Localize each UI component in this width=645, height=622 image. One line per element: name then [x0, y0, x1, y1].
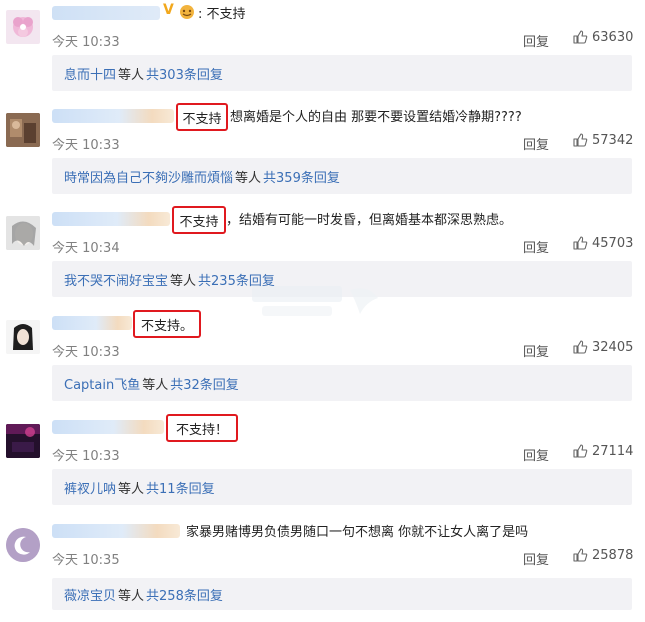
reply-summary[interactable]: Captain飞鱼 等人 共32条回复: [52, 365, 632, 401]
emoji-icon: [178, 3, 196, 23]
avatar[interactable]: [6, 320, 40, 354]
thumbs-up-icon: [573, 444, 588, 458]
replier-name[interactable]: 薇凉宝贝: [64, 585, 116, 604]
reply-summary[interactable]: 裤衩儿呐 等人 共11条回复: [52, 469, 632, 505]
highlight-box: 不支持: [172, 206, 226, 234]
comment-time: 今天 10:33: [52, 35, 120, 50]
reply-button[interactable]: 回复: [523, 31, 549, 50]
replies-total-link[interactable]: 共303条回复: [146, 64, 223, 83]
like-count: 25878: [592, 547, 634, 563]
reply-summary[interactable]: 時常因為自己不夠沙雕而煩惱 等人 共359条回复: [52, 158, 632, 194]
like-button[interactable]: 45703: [572, 235, 633, 251]
like-count: 57342: [592, 132, 634, 148]
highlight-box: 不支持！: [166, 414, 238, 442]
avatar[interactable]: [6, 528, 40, 562]
comment-item: 不支持 想离婚是个人的自由 那要不要设置结婚冷静期???? 今天 10:33 回…: [0, 103, 645, 207]
replies-etc: 等人: [118, 67, 145, 83]
replier-name[interactable]: 時常因為自己不夠沙雕而煩惱: [64, 167, 233, 186]
replies-total-link[interactable]: 共32条回复: [170, 374, 239, 393]
highlight-box: 不支持: [176, 103, 228, 131]
like-count: 63630: [592, 29, 634, 45]
comment-time: 今天 10:35: [52, 553, 120, 568]
comment-text: : 不支持: [198, 7, 246, 22]
reply-summary[interactable]: 我不哭不闹好宝宝 等人 共235条回复: [52, 261, 632, 297]
comment-item: 不支持 ，结婚有可能一时发昏，但离婚基本都深思熟虑。 今天 10:34 回复 4…: [0, 206, 645, 310]
like-button[interactable]: 57342: [572, 132, 633, 148]
comment-text: 想离婚是个人的自由 那要不要设置结婚冷静期????: [230, 110, 522, 125]
replier-name[interactable]: 我不哭不闹好宝宝: [64, 270, 168, 289]
reply-button[interactable]: 回复: [523, 341, 549, 360]
comment-item: 不支持。 今天 10:33 回复 32405 Captain飞鱼 等人 共32条…: [0, 310, 645, 414]
username-blurred[interactable]: [52, 109, 174, 123]
highlighted-text: 不支持！: [175, 422, 228, 438]
replies-etc: 等人: [235, 170, 262, 186]
thumbs-up-icon: [573, 236, 588, 250]
comment-time: 今天 10:33: [52, 449, 120, 464]
replier-name[interactable]: 息而十四: [64, 64, 116, 83]
highlighted-text: 不支持: [182, 111, 222, 127]
username-blurred[interactable]: [52, 6, 160, 20]
highlighted-text: 不支持。: [140, 318, 193, 334]
replier-name[interactable]: 裤衩儿呐: [64, 478, 116, 497]
highlight-box: 不支持。: [133, 310, 201, 338]
thumbs-up-icon: [573, 340, 588, 354]
like-count: 32405: [592, 339, 634, 355]
comment-item: 家暴男赌博男负债男随口一句不想离 你就不让女人离了是吗 今天 10:35 回复 …: [0, 518, 645, 622]
username-blurred[interactable]: [52, 212, 170, 226]
replies-etc: 等人: [118, 588, 145, 604]
thumbs-up-icon: [573, 548, 588, 562]
thumbs-up-icon: [573, 30, 588, 44]
replies-etc: 等人: [170, 273, 197, 289]
reply-summary[interactable]: 息而十四 等人 共303条回复: [52, 55, 632, 91]
thumbs-up-icon: [573, 133, 588, 147]
reply-button[interactable]: 回复: [523, 549, 549, 568]
comment-time: 今天 10:34: [52, 241, 120, 256]
replies-etc: 等人: [118, 481, 145, 497]
reply-button[interactable]: 回复: [523, 134, 549, 153]
like-button[interactable]: 25878: [572, 547, 633, 563]
like-count: 27114: [592, 443, 634, 459]
comment-text: ，结婚有可能一时发昏，但离婚基本都深思熟虑。: [226, 213, 513, 228]
reply-summary[interactable]: 薇凉宝贝 等人 共258条回复: [52, 578, 632, 610]
comment-item: V : 不支持 今天 10:33 回复 63630 息而十四 等人 共303条回…: [0, 0, 645, 104]
like-button[interactable]: 63630: [572, 29, 633, 45]
reply-button[interactable]: 回复: [523, 445, 549, 464]
like-count: 45703: [592, 235, 634, 251]
comment-text: 家暴男赌博男负债男随口一句不想离 你就不让女人离了是吗: [186, 525, 529, 540]
reply-button[interactable]: 回复: [523, 237, 549, 256]
username-blurred[interactable]: [52, 316, 132, 330]
replies-total-link[interactable]: 共359条回复: [263, 167, 340, 186]
like-button[interactable]: 32405: [572, 339, 633, 355]
like-button[interactable]: 27114: [572, 443, 633, 459]
replies-total-link[interactable]: 共235条回复: [198, 270, 275, 289]
comment-time: 今天 10:33: [52, 345, 120, 360]
username-blurred[interactable]: [52, 524, 180, 538]
avatar[interactable]: [6, 424, 40, 458]
comment-item: 不支持！ 今天 10:33 回复 27114 裤衩儿呐 等人 共11条回复: [0, 414, 645, 518]
avatar[interactable]: [6, 113, 40, 147]
replier-name[interactable]: Captain飞鱼: [64, 374, 140, 393]
replies-total-link[interactable]: 共258条回复: [146, 585, 223, 604]
highlighted-text: 不支持: [179, 214, 219, 230]
avatar[interactable]: [6, 10, 40, 44]
username-blurred[interactable]: [52, 420, 164, 434]
verified-badge: V: [163, 2, 174, 18]
replies-total-link[interactable]: 共11条回复: [146, 478, 215, 497]
comment-time: 今天 10:33: [52, 138, 120, 153]
replies-etc: 等人: [142, 377, 169, 393]
avatar[interactable]: [6, 216, 40, 250]
